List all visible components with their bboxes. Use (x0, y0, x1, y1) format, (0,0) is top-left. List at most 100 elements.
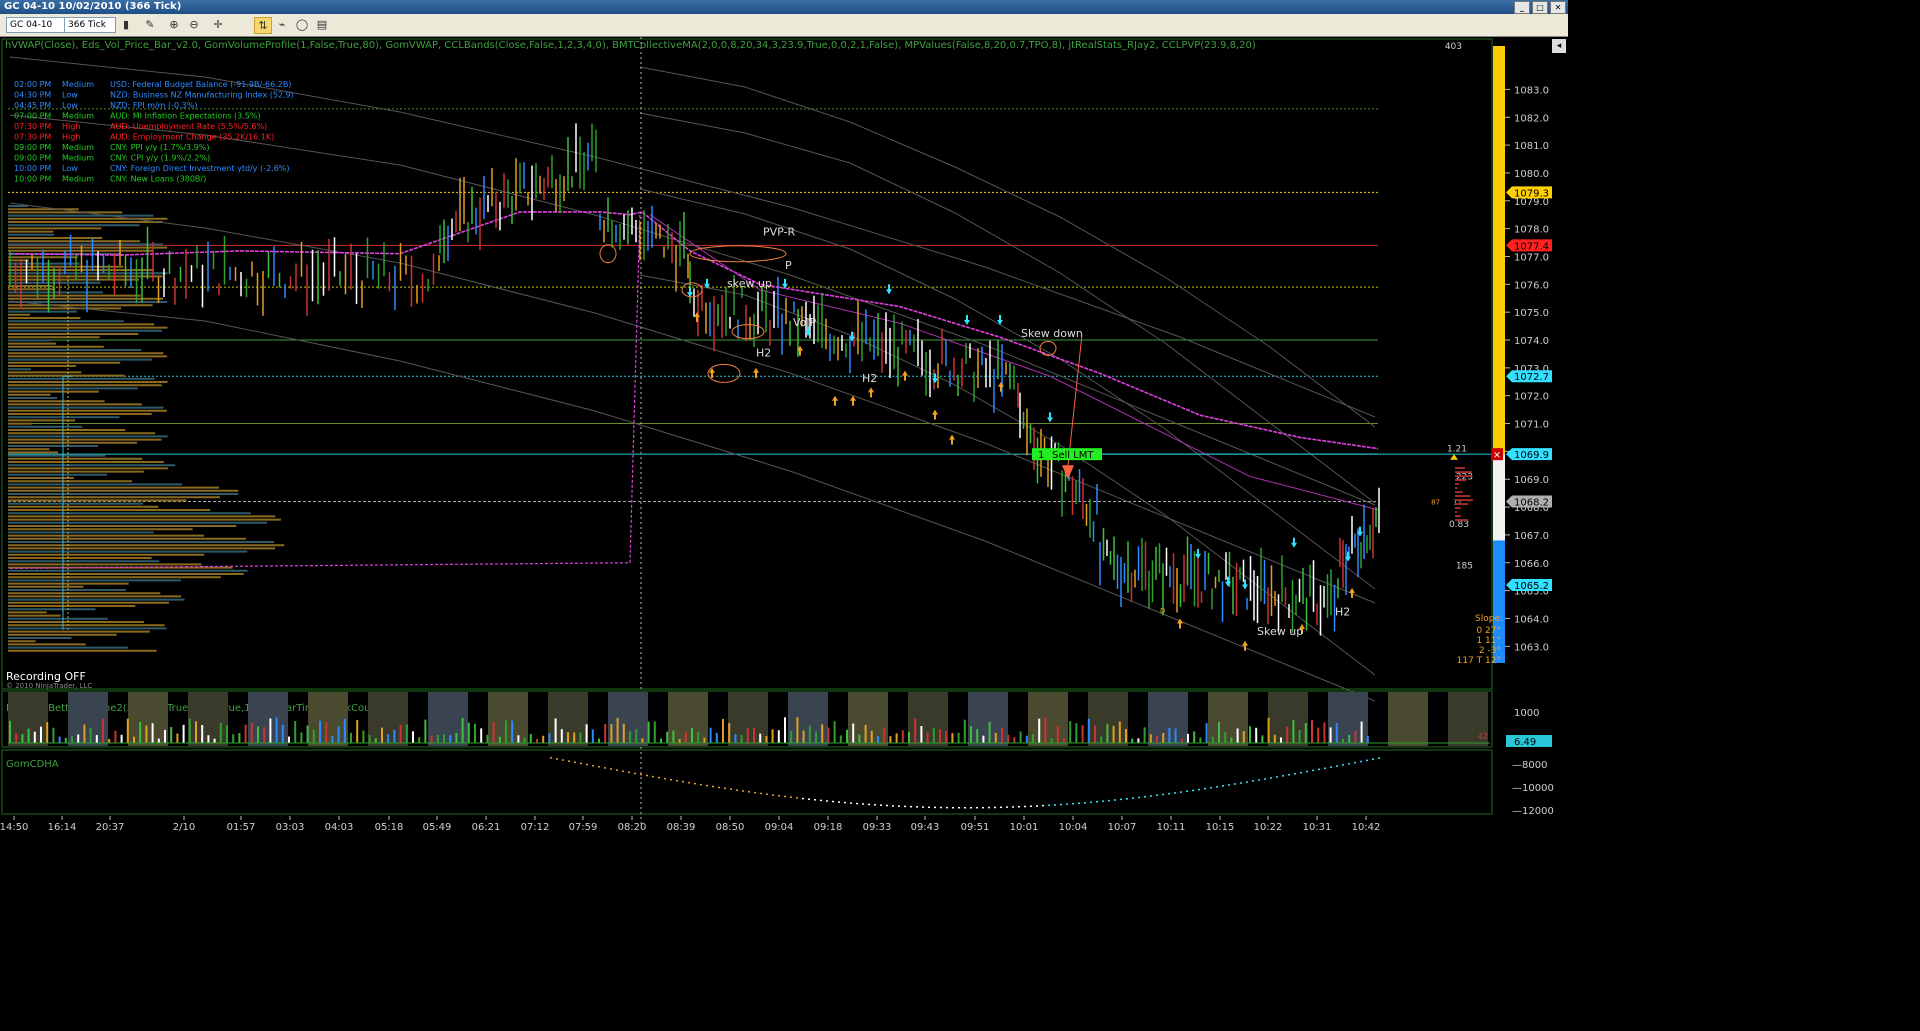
price-tick-label: 1076.0 (1514, 280, 1549, 291)
strategy-icon[interactable]: ◯ (294, 17, 310, 32)
news-time: 07:30 PM (14, 133, 51, 142)
news-text: NZD: FPI m/m (-0.3%) (110, 101, 197, 110)
toolbar: GC 04-10 366 Tick ▮ ✎ ⊕ ⊖ ✛ ⇅ ⌁ ◯ ▤ (0, 14, 1568, 37)
price-tick-label: 1071.0 (1514, 420, 1549, 431)
news-impact: Medium (62, 112, 94, 121)
cdha-dot (760, 792, 762, 795)
instrument-select[interactable]: GC 04-10 (6, 17, 66, 33)
maximize-button[interactable]: □ (1532, 1, 1548, 14)
cdha-dot (826, 800, 828, 802)
cdha-dot (856, 802, 858, 805)
cdha-dot (1024, 805, 1026, 808)
cdha-dot (904, 805, 906, 808)
cdha-tick: —8000 (1512, 760, 1547, 771)
cdha-pane-border (1, 749, 1493, 815)
cdha-dot (850, 802, 852, 804)
cdha-dot (820, 799, 822, 802)
news-impact: Medium (62, 143, 94, 152)
annotation-h2: H2 (862, 372, 877, 385)
cdha-dot (1174, 792, 1176, 794)
price-tick-label: 1069.0 (1514, 475, 1549, 486)
minimize-button[interactable]: _ (1514, 1, 1530, 14)
cdha-dot (790, 796, 792, 798)
stat-185: 185 (1456, 562, 1473, 572)
crosshair-icon[interactable]: ✛ (210, 17, 226, 32)
news-impact: Low (62, 164, 78, 173)
news-text: CNY: New Loans (380B/) (110, 175, 206, 184)
slope-row: 117 T 12° (1457, 656, 1501, 666)
news-impact: High (62, 133, 80, 142)
cdha-dot (982, 806, 984, 809)
indicators-label: hVWAP(Close), Eds_Vol_Price_Bar_v2.0, Go… (5, 40, 1256, 51)
news-time: 09:00 PM (14, 154, 51, 163)
title-bar: GC 04-10 10/02/2010 (366 Tick) _ □ ✕ (0, 0, 1568, 14)
cdha-dot (592, 764, 594, 767)
time-label: 09:43 (911, 822, 940, 833)
annotation-pvp-r: PVP-R (763, 226, 796, 239)
cdha-dot (1054, 804, 1056, 806)
cdha-dot (1012, 806, 1014, 808)
zoom-out-icon[interactable]: ⊖ (186, 17, 202, 32)
price-marker-label: 1068.2 (1514, 498, 1549, 509)
cdha-dot (574, 761, 576, 764)
time-label: 10:42 (1352, 822, 1381, 833)
price-tick-label: 1081.0 (1514, 141, 1549, 152)
price-marker-label: 1072.7 (1514, 372, 1549, 383)
price-tick-label: 1075.0 (1514, 308, 1549, 319)
cdha-dot (634, 772, 636, 775)
prior-vwap-line (9, 211, 641, 569)
cdha-dot (940, 806, 942, 809)
volume-shade (608, 692, 648, 746)
order-qty: 1 (1038, 450, 1044, 461)
price-tick-label: 1064.0 (1514, 614, 1549, 625)
indicator-icon[interactable]: ⌁ (274, 17, 290, 32)
time-label: 09:33 (863, 822, 892, 833)
price-tick-label: 1078.0 (1514, 225, 1549, 236)
bar-type-icon[interactable]: ▮ (118, 17, 134, 32)
annotation-d: D (1160, 607, 1165, 615)
cdha-dot (694, 782, 696, 785)
properties-icon[interactable]: ▤ (314, 17, 330, 32)
news-time: 09:00 PM (14, 143, 51, 152)
news-text: NZD: Business NZ Manufacturing Index (52… (110, 91, 294, 100)
cdha-dot (796, 797, 798, 799)
chart-trader-icon[interactable]: ⇅ (254, 17, 272, 34)
pencil-icon[interactable]: ✎ (142, 17, 158, 32)
cdha-dot (1276, 776, 1278, 778)
price-tick-label: 1077.0 (1514, 252, 1549, 263)
up-arrow-icon (1349, 587, 1355, 598)
close-button[interactable]: ✕ (1550, 1, 1566, 14)
time-label: 10:01 (1010, 822, 1039, 833)
cdha-dot (658, 776, 660, 779)
cdha-dot (916, 806, 918, 808)
news-time: 04:45 PM (14, 101, 51, 110)
cdha-dot (1246, 781, 1248, 783)
cdha-dot (874, 804, 876, 806)
cdha-dot (892, 805, 894, 807)
scroll-right-button[interactable]: ◂ (1552, 39, 1566, 53)
stat-87: 87 (1431, 499, 1440, 507)
period-select[interactable]: 366 Tick (64, 17, 116, 33)
cdha-dot (1180, 791, 1182, 793)
news-time: 02:00 PM (14, 80, 51, 89)
news-text: USD: Federal Budget Balance (-91.9B/-66.… (110, 80, 291, 89)
cdha-dot (1294, 772, 1296, 775)
zoom-in-icon[interactable]: ⊕ (166, 17, 182, 32)
cdha-dot (1042, 804, 1044, 807)
cdha-dot (1360, 760, 1362, 763)
up-arrow-icon (832, 395, 838, 406)
cdha-dot (550, 757, 552, 759)
time-label: 06:21 (472, 822, 501, 833)
up-arrow-icon (902, 370, 908, 381)
price-chart[interactable]: 1083.01082.01081.01080.01079.01078.01077… (0, 37, 1568, 842)
cdha-dot (1354, 761, 1356, 764)
price-tick-label: 1066.0 (1514, 559, 1549, 570)
scale-strip-white (1493, 454, 1505, 541)
cdha-dot (1000, 806, 1002, 809)
time-label: 10:11 (1157, 822, 1186, 833)
cdha-dot (556, 758, 558, 760)
cdha-dot (1018, 805, 1020, 808)
news-time: 10:00 PM (14, 175, 51, 184)
cdha-dot (706, 784, 708, 787)
cdha-dot (778, 794, 780, 797)
